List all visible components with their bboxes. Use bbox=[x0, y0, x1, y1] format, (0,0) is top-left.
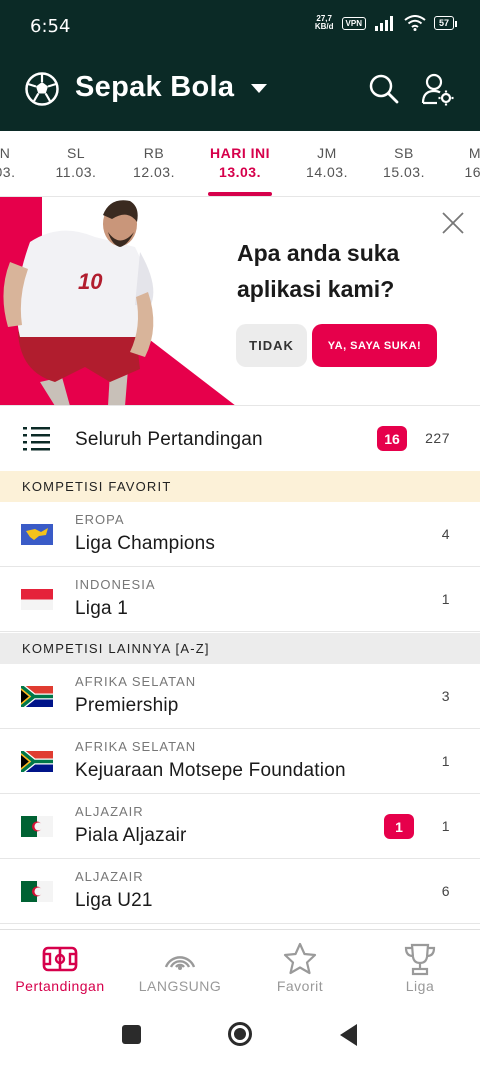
live-signal-icon bbox=[164, 956, 196, 970]
rating-promo-banner: 10 Apa anda suka aplikasi kami? TIDAK YA… bbox=[0, 197, 480, 406]
europe-flag-icon bbox=[21, 524, 53, 545]
svg-text:10: 10 bbox=[78, 269, 103, 294]
south-africa-flag-icon bbox=[21, 751, 53, 772]
back-button[interactable] bbox=[340, 1024, 357, 1046]
algeria-flag-icon bbox=[21, 816, 53, 837]
recent-apps-button[interactable] bbox=[122, 1025, 141, 1044]
search-icon[interactable] bbox=[368, 73, 400, 105]
date-tab[interactable]: RB 12.03. bbox=[109, 144, 199, 182]
vpn-icon: VPN bbox=[341, 16, 366, 30]
status-bar: 6:54 27,7 KB/d VPN 57 bbox=[0, 0, 480, 52]
soccer-ball-icon bbox=[25, 72, 59, 106]
competition-row[interactable]: AFRIKA SELATAN Kejuaraan Motsepe Foundat… bbox=[0, 729, 480, 794]
network-speed: 27,7 KB/d bbox=[314, 14, 334, 31]
nav-label: Liga bbox=[405, 978, 435, 994]
nav-label: LANGSUNG bbox=[138, 978, 222, 994]
user-settings-icon[interactable] bbox=[420, 72, 454, 106]
match-count: 1 bbox=[441, 591, 450, 607]
nav-label: Favorit bbox=[276, 978, 324, 994]
competition-country: EROPA bbox=[75, 512, 125, 527]
all-matches-label: Seluruh Pertandingan bbox=[75, 429, 263, 450]
competition-name: Kejuaraan Motsepe Foundation bbox=[75, 760, 346, 781]
match-count: 1 bbox=[441, 818, 450, 834]
competition-row[interactable]: INDONESIA Liga 1 1 bbox=[0, 567, 480, 632]
nav-favorites[interactable]: Favorit bbox=[240, 930, 360, 1005]
sport-dropdown-chevron-icon[interactable] bbox=[251, 84, 267, 93]
competition-country: AFRIKA SELATAN bbox=[75, 674, 197, 689]
match-count: 4 bbox=[441, 526, 450, 542]
date-selector: N 03. SL 11.03. RB 12.03. HARI INI 13.03… bbox=[0, 131, 480, 197]
all-matches-row[interactable]: Seluruh Pertandingan 16 227 bbox=[0, 406, 480, 472]
system-navigation-bar bbox=[0, 1004, 480, 1066]
status-time: 6:54 bbox=[30, 16, 71, 37]
competition-name: Liga U21 bbox=[75, 890, 153, 911]
nav-live[interactable]: LANGSUNG bbox=[120, 930, 240, 1005]
date-tab-today[interactable]: HARI INI 13.03. bbox=[195, 144, 285, 182]
sport-title[interactable]: Sepak Bola bbox=[75, 71, 234, 104]
total-count: 227 bbox=[425, 430, 450, 446]
algeria-flag-icon bbox=[21, 881, 53, 902]
yes-button[interactable]: YA, SAYA SUKA! bbox=[312, 324, 437, 367]
south-africa-flag-icon bbox=[21, 686, 53, 707]
live-count-badge: 1 bbox=[384, 814, 414, 839]
live-count-badge: 16 bbox=[377, 426, 407, 451]
bottom-navigation: Pertandingan LANGSUNG Favorit Liga bbox=[0, 929, 480, 1004]
match-count: 3 bbox=[441, 688, 450, 704]
football-player-image: 10 bbox=[0, 197, 236, 405]
section-header-favorite: KOMPETISI FAVORIT bbox=[0, 471, 480, 502]
competition-name: Liga Champions bbox=[75, 533, 216, 554]
competition-name: Piala Aljazair bbox=[75, 825, 187, 846]
home-button[interactable] bbox=[228, 1022, 252, 1046]
signal-icon bbox=[374, 16, 393, 31]
competition-name: Liga 1 bbox=[75, 598, 128, 619]
list-icon bbox=[23, 427, 50, 451]
nav-matches[interactable]: Pertandingan bbox=[0, 930, 120, 1005]
battery-icon: 57 bbox=[433, 16, 458, 30]
competition-country: ALJAZAIR bbox=[75, 869, 144, 884]
nav-leagues[interactable]: Liga bbox=[360, 930, 480, 1005]
competition-name: Premiership bbox=[75, 695, 179, 716]
date-tab[interactable]: M 16. bbox=[430, 144, 480, 182]
match-count: 6 bbox=[441, 883, 450, 899]
competition-country: ALJAZAIR bbox=[75, 804, 144, 819]
match-count: 1 bbox=[441, 753, 450, 769]
promo-question: Apa anda suka aplikasi kami? bbox=[237, 240, 400, 302]
competition-row[interactable]: ALJAZAIR Liga U21 6 bbox=[0, 859, 480, 924]
competition-row[interactable]: AFRIKA SELATAN Premiership 3 bbox=[0, 664, 480, 729]
competition-country: INDONESIA bbox=[75, 577, 156, 592]
competition-row[interactable]: ALJAZAIR Piala Aljazair 1 1 bbox=[0, 794, 480, 859]
date-tab[interactable]: SL 11.03. bbox=[31, 144, 121, 182]
status-icons: 27,7 KB/d VPN 57 bbox=[314, 14, 458, 31]
app-bar: Sepak Bola bbox=[0, 52, 480, 131]
competition-row[interactable]: EROPA Liga Champions 4 bbox=[0, 502, 480, 567]
section-header-other: KOMPETISI LAINNYA [A-Z] bbox=[0, 633, 480, 664]
competition-country: AFRIKA SELATAN bbox=[75, 739, 197, 754]
active-date-indicator bbox=[208, 192, 272, 196]
no-button[interactable]: TIDAK bbox=[236, 324, 307, 367]
close-icon[interactable] bbox=[441, 211, 465, 235]
wifi-icon bbox=[404, 15, 426, 31]
pitch-icon bbox=[42, 946, 78, 972]
trophy-icon bbox=[404, 943, 436, 976]
nav-label: Pertandingan bbox=[15, 978, 105, 994]
star-icon bbox=[283, 942, 317, 975]
indonesia-flag-icon bbox=[21, 589, 53, 610]
